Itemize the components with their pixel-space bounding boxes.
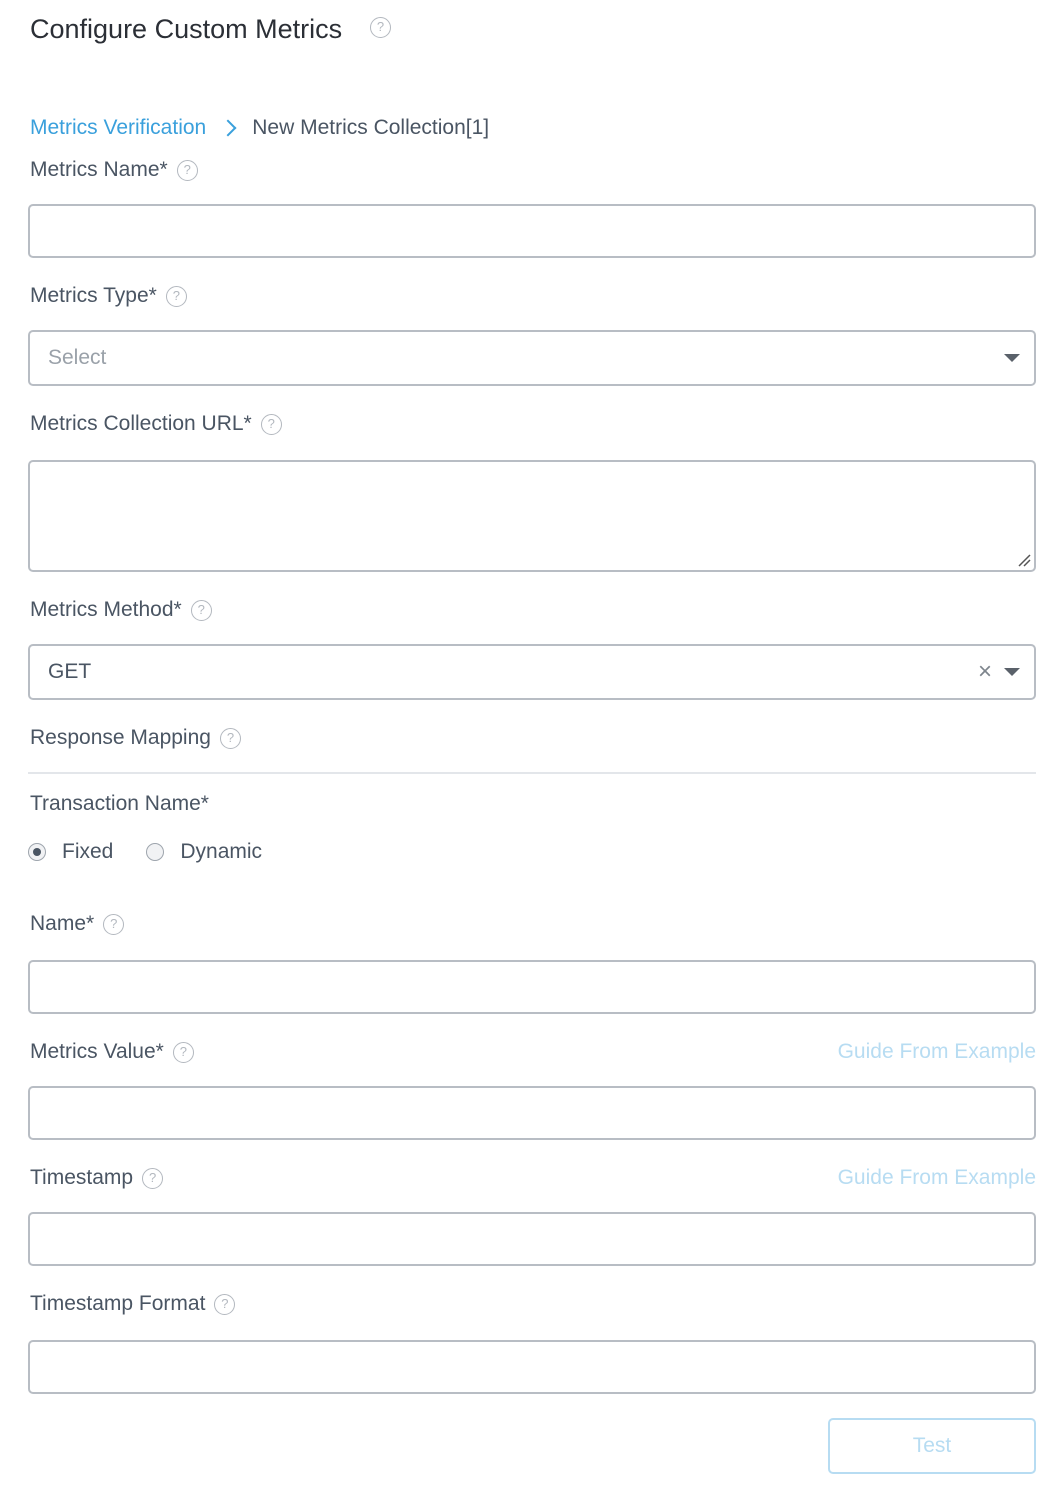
collection-url-label-text: Metrics Collection URL* — [30, 412, 252, 435]
test-button[interactable]: Test — [828, 1418, 1036, 1474]
timestamp-format-input[interactable] — [28, 1340, 1036, 1394]
help-icon[interactable]: ? — [165, 285, 187, 307]
timestamp-label-text: Timestamp — [30, 1166, 134, 1189]
help-icon[interactable]: ? — [219, 727, 241, 749]
timestamp-format-label-text: Timestamp Format — [30, 1292, 206, 1315]
chevron-right-icon — [219, 119, 237, 137]
clear-icon[interactable]: × — [978, 658, 992, 686]
metrics-name-input[interactable] — [28, 204, 1036, 258]
guide-from-example-link[interactable]: Guide From Example — [838, 1040, 1036, 1064]
metrics-method-label-text: Metrics Method* — [30, 598, 182, 621]
transaction-name-label: Transaction Name* — [30, 792, 209, 816]
name-input[interactable] — [28, 960, 1036, 1014]
guide-from-example-link[interactable]: Guide From Example — [838, 1166, 1036, 1190]
section-divider — [28, 772, 1036, 774]
response-mapping-label: Response Mapping ? — [30, 726, 241, 750]
timestamp-format-label: Timestamp Format ? — [30, 1292, 236, 1316]
metrics-value-input[interactable] — [28, 1086, 1036, 1140]
response-mapping-label-text: Response Mapping — [30, 726, 211, 749]
radio-fixed[interactable] — [28, 843, 46, 861]
radio-fixed-label[interactable]: Fixed — [62, 840, 113, 864]
timestamp-label: Timestamp ? — [30, 1166, 164, 1190]
help-icon[interactable]: ? — [370, 17, 391, 38]
metrics-type-select[interactable]: Select — [28, 330, 1036, 386]
radio-dynamic[interactable] — [146, 843, 165, 861]
name-label-text: Name* — [30, 912, 95, 935]
metrics-method-select[interactable]: GET × — [28, 644, 1036, 700]
collection-url-label: Metrics Collection URL* ? — [30, 412, 282, 436]
breadcrumb: Metrics Verification New Metrics Collect… — [30, 116, 489, 140]
metrics-value-label: Metrics Value* ? — [30, 1040, 194, 1064]
help-icon[interactable]: ? — [190, 599, 212, 621]
resize-handle-icon[interactable] — [1017, 553, 1031, 567]
chevron-down-icon[interactable] — [1004, 354, 1020, 362]
breadcrumb-metrics-verification[interactable]: Metrics Verification — [30, 116, 206, 140]
name-label: Name* ? — [30, 912, 125, 936]
help-icon[interactable]: ? — [260, 413, 282, 435]
transaction-name-label-text: Transaction Name* — [30, 792, 209, 815]
transaction-name-radio-group: Fixed Dynamic — [28, 840, 262, 864]
metrics-method-label: Metrics Method* ? — [30, 598, 212, 622]
metrics-method-value: GET — [48, 660, 92, 683]
help-icon[interactable]: ? — [214, 1293, 236, 1315]
collection-url-textarea[interactable] — [28, 460, 1036, 572]
metrics-type-placeholder: Select — [48, 346, 107, 369]
help-icon[interactable]: ? — [176, 159, 198, 181]
breadcrumb-current: New Metrics Collection[1] — [252, 116, 490, 139]
metrics-name-label: Metrics Name* ? — [30, 158, 198, 182]
metrics-name-label-text: Metrics Name* — [30, 158, 168, 181]
page-title: Configure Custom Metrics — [30, 14, 343, 44]
chevron-down-icon[interactable] — [1004, 668, 1020, 676]
metrics-type-label-text: Metrics Type* — [30, 284, 157, 307]
help-icon[interactable]: ? — [142, 1167, 164, 1189]
radio-dynamic-label[interactable]: Dynamic — [180, 840, 262, 864]
metrics-type-label: Metrics Type* ? — [30, 284, 187, 308]
help-icon[interactable]: ? — [172, 1041, 194, 1063]
metrics-value-label-text: Metrics Value* — [30, 1040, 164, 1063]
help-icon[interactable]: ? — [103, 913, 125, 935]
timestamp-input[interactable] — [28, 1212, 1036, 1266]
